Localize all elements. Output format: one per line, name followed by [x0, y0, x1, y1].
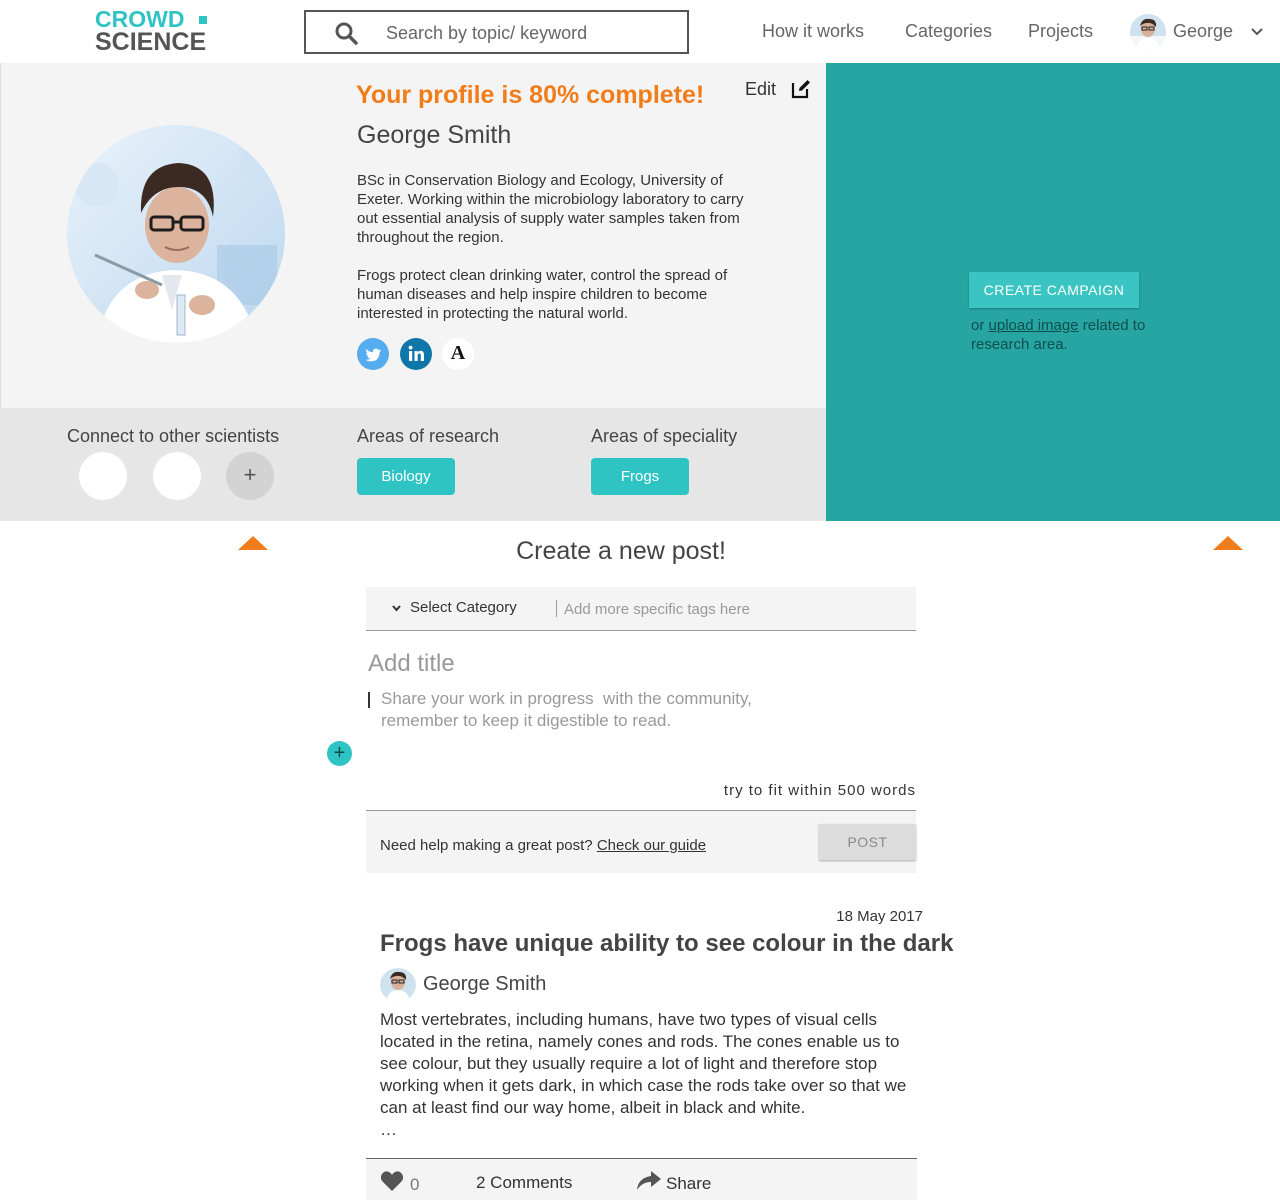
profile-photo [67, 125, 285, 343]
speciality-tag[interactable]: Frogs [591, 458, 689, 495]
post-body-input[interactable] [381, 688, 821, 736]
profile-panel: Your profile is 80% complete! Edit Georg… [0, 63, 826, 408]
add-connection-button[interactable]: + [226, 452, 274, 500]
upload-image-note: or upload image related to research area… [971, 316, 1151, 354]
edit-icon [791, 80, 810, 99]
profile-bio-interests: Frogs protect clean drinking water, cont… [357, 267, 728, 322]
connection-slot[interactable] [79, 452, 127, 500]
chevron-down-icon[interactable] [392, 605, 401, 612]
edit-profile-button[interactable]: Edit [745, 77, 815, 107]
heart-icon[interactable] [380, 1170, 404, 1192]
search-input[interactable] [386, 20, 676, 46]
like-count: 0 [410, 1175, 420, 1194]
post-help-text: Need help making a great post? Check our… [380, 837, 706, 854]
academia-glyph: A [450, 342, 466, 364]
connect-heading: Connect to other scientists [67, 426, 280, 446]
twitter-icon[interactable] [357, 338, 389, 370]
author-avatar[interactable] [380, 968, 416, 1002]
user-avatar[interactable] [1130, 14, 1166, 50]
post-composer-footer: Need help making a great post? Check our… [366, 810, 916, 873]
linkedin-icon[interactable] [400, 338, 432, 370]
profile-completion: Your profile is 80% complete! [356, 81, 705, 109]
campaign-banner: CREATE CAMPAIGN or upload image related … [826, 63, 1280, 521]
edit-label: Edit [745, 79, 777, 99]
post-button[interactable]: POST [819, 824, 916, 860]
speciality-heading: Areas of speciality [591, 426, 738, 446]
profile-bio-education: BSc in Conservation Biology and Ecology,… [357, 172, 744, 246]
word-limit-hint: try to fit within 500 words [723, 782, 916, 799]
share-icon[interactable] [637, 1171, 661, 1191]
research-tag[interactable]: Biology [357, 458, 455, 495]
share-button[interactable]: Share [666, 1174, 711, 1194]
crowd-science-logo[interactable]: CROWD SCIENCE [95, 7, 215, 55]
tags-input[interactable] [564, 598, 894, 620]
post-title-input[interactable] [368, 648, 908, 680]
top-navbar: CROWD SCIENCE How it works Categories Pr… [0, 0, 1280, 63]
search-bar [304, 10, 689, 54]
tag-divider [556, 600, 557, 617]
connection-slot[interactable] [153, 452, 201, 500]
post-actions-bar: 0 2 Comments Share [366, 1158, 917, 1200]
select-category-dropdown[interactable]: Select Category [410, 599, 517, 616]
collapse-campaign-arrow-icon[interactable] [1213, 536, 1243, 550]
comments-link[interactable]: 2 Comments [476, 1173, 572, 1193]
chevron-down-icon[interactable] [1251, 28, 1263, 36]
nav-how-it-works[interactable]: How it works [762, 21, 864, 42]
collapse-profile-arrow-icon[interactable] [238, 536, 268, 550]
research-heading: Areas of research [357, 426, 500, 446]
nav-categories[interactable]: Categories [905, 21, 992, 42]
or-text: or [971, 317, 985, 334]
help-prompt: Need help making a great post? [380, 837, 593, 854]
logo-science: SCIENCE [95, 28, 207, 56]
profile-name: George Smith [357, 121, 512, 149]
add-media-button[interactable]: + [327, 741, 352, 766]
post-tag-bar: Select Category [366, 587, 916, 631]
author-name[interactable]: George Smith [423, 973, 546, 996]
check-guide-link[interactable]: Check our guide [597, 837, 706, 854]
post-body: Most vertebrates, including humans, have… [380, 1010, 907, 1117]
post-date: 18 May 2017 [836, 908, 923, 925]
user-name[interactable]: George [1173, 21, 1233, 42]
create-post-heading: Create a new post! [516, 537, 726, 565]
post-title[interactable]: Frogs have unique ability to see colour … [380, 930, 953, 958]
logo-square-icon [199, 16, 207, 24]
nav-projects[interactable]: Projects [1028, 21, 1093, 42]
profile-tags-strip: Connect to other scientists + Areas of r… [0, 408, 826, 521]
search-icon[interactable] [334, 21, 358, 45]
create-campaign-button[interactable]: CREATE CAMPAIGN [969, 272, 1139, 308]
plus-icon: + [243, 462, 257, 487]
plus-icon: + [333, 742, 346, 764]
text-cursor [368, 692, 370, 708]
academia-icon[interactable]: A [442, 338, 474, 370]
read-more-ellipsis[interactable]: … [380, 1120, 397, 1140]
upload-image-link[interactable]: upload image [989, 317, 1079, 334]
